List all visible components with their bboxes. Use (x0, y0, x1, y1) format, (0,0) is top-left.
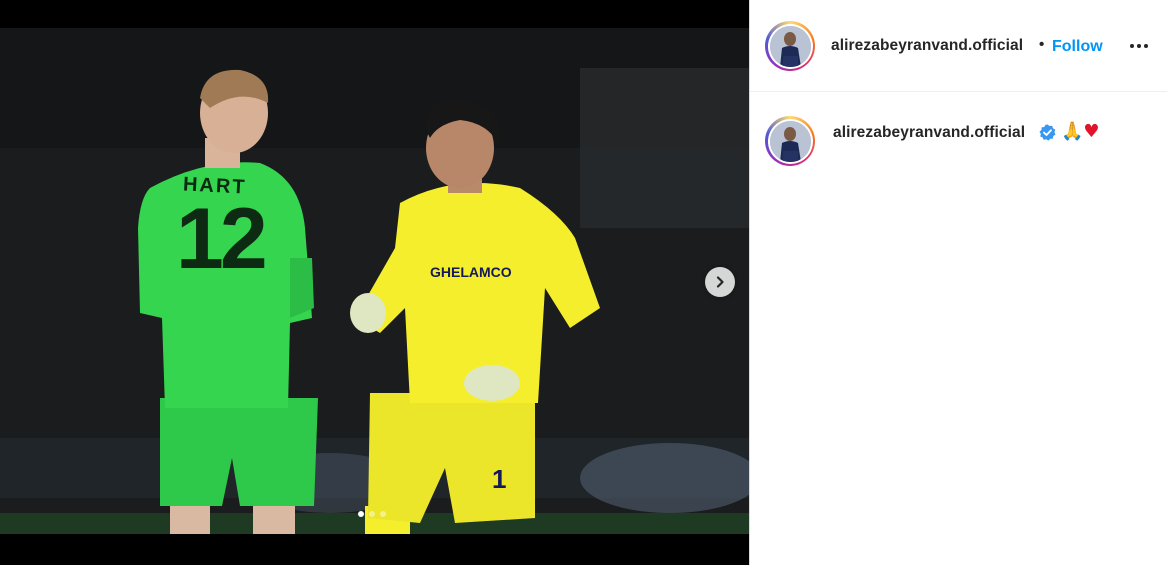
header-username-link[interactable]: alirezabeyranvand.official (831, 37, 1023, 55)
shorts-number-right: 1 (492, 464, 507, 494)
carousel-indicator (358, 511, 386, 517)
avatar-image (769, 120, 811, 162)
more-options-button[interactable] (1126, 34, 1152, 58)
praying-hands-emoji: 🙏 (1061, 121, 1084, 142)
caption-text: 🙏♥ (1061, 121, 1100, 142)
chevron-right-icon (716, 276, 724, 288)
avatar-border (767, 118, 813, 164)
sponsor-text-right: GHELAMCO (430, 264, 512, 280)
more-options-icon (1144, 44, 1148, 48)
caption-username-link[interactable]: alirezabeyranvand.official (833, 124, 1025, 142)
red-heart-emoji: ♥ (1083, 121, 1100, 142)
verified-badge-icon (1039, 124, 1056, 141)
more-options-icon (1137, 44, 1141, 48)
profile-photo-icon (769, 120, 811, 162)
post-side-panel: alirezabeyranvand.official • Follow alir… (749, 0, 1167, 565)
carousel-dot (380, 511, 386, 517)
caption: alirezabeyranvand.official 🙏♥ (750, 110, 1167, 180)
post-media[interactable]: HART 12 GHELAMCO 1 (0, 0, 749, 565)
carousel-next-button[interactable] (705, 267, 735, 297)
profile-photo-icon (769, 25, 811, 67)
jersey-number-left: 12 (176, 191, 268, 287)
avatar[interactable] (765, 21, 815, 71)
follow-button[interactable]: Follow (1052, 38, 1103, 56)
photo-illustration (0, 28, 749, 534)
carousel-dot (369, 511, 375, 517)
avatar-border (767, 23, 813, 69)
post-photo[interactable]: HART 12 GHELAMCO 1 (0, 28, 749, 534)
post-header: alirezabeyranvand.official • Follow (750, 0, 1167, 92)
caption-avatar[interactable] (765, 116, 815, 166)
header-separator: • (1039, 36, 1045, 53)
carousel-dot (358, 511, 364, 517)
more-options-icon (1130, 44, 1134, 48)
avatar-image (769, 25, 811, 67)
